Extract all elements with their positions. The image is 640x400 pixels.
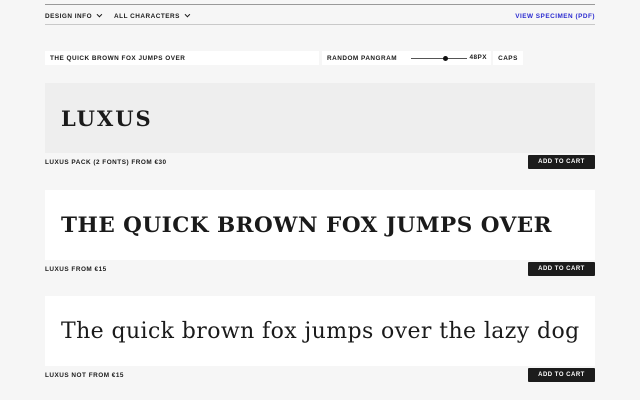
add-to-cart-button[interactable]: ADD TO CART <box>528 368 595 382</box>
all-characters-label: ALL CHARACTERS <box>114 12 180 20</box>
chevron-down-icon <box>184 11 191 18</box>
product-row: LUXUS FROM €15 ADD TO CART <box>45 262 595 276</box>
specimen-panel[interactable]: The quick brown fox jumps over the lazy … <box>45 296 595 366</box>
size-slider-track[interactable] <box>411 57 468 59</box>
add-to-cart-button[interactable]: ADD TO CART <box>528 155 595 169</box>
product-name: LUXUS PACK (2 FONTS) FROM €30 <box>45 158 167 166</box>
random-pangram-button[interactable]: RANDOM PANGRAM <box>322 51 406 65</box>
specimen-panel[interactable]: THE QUICK BROWN FOX JUMPS OVER <box>45 190 595 260</box>
sample-text-input[interactable] <box>45 51 319 65</box>
size-slider[interactable]: 48PX <box>405 51 492 65</box>
specimen-text: THE QUICK BROWN FOX JUMPS OVER <box>61 212 553 238</box>
design-info-dropdown[interactable]: DESIGN INFO <box>45 11 103 20</box>
design-info-label: DESIGN INFO <box>45 12 93 20</box>
product-row: LUXUS NOT FROM €15 ADD TO CART <box>45 368 595 382</box>
type-tester-controls: RANDOM PANGRAM 48PX CAPS <box>45 51 595 65</box>
specimen-text: LUXUS <box>61 105 153 131</box>
nav-divider <box>45 24 595 25</box>
product-name: LUXUS FROM €15 <box>45 265 107 273</box>
size-slider-handle[interactable] <box>443 55 449 61</box>
product-row: LUXUS PACK (2 FONTS) FROM €30 ADD TO CAR… <box>45 155 595 169</box>
caps-toggle[interactable]: CAPS <box>493 51 523 65</box>
all-characters-dropdown[interactable]: ALL CHARACTERS <box>114 11 191 20</box>
specimen-text: The quick brown fox jumps over the lazy … <box>61 318 580 344</box>
view-specimen-link[interactable]: VIEW SPECIMEN (PDF) <box>515 13 595 20</box>
size-value: 48PX <box>469 54 488 61</box>
chevron-down-icon <box>96 11 103 18</box>
add-to-cart-button[interactable]: ADD TO CART <box>528 262 595 276</box>
specimen-panel[interactable]: LUXUS <box>45 83 595 153</box>
top-nav: DESIGN INFO ALL CHARACTERS VIEW SPECIMEN… <box>45 9 595 23</box>
top-divider <box>45 4 595 5</box>
product-name: LUXUS NOT FROM €15 <box>45 371 124 379</box>
